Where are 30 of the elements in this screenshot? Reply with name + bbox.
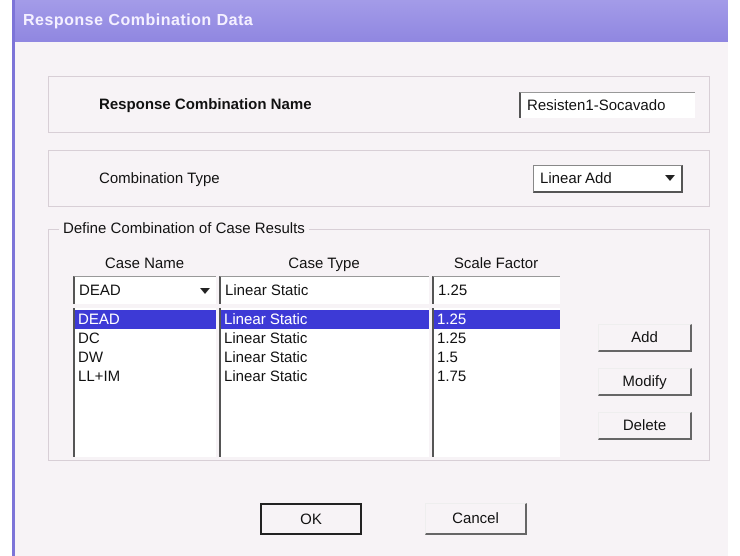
field-label: Response Combination Name	[99, 96, 312, 113]
list-item[interactable]: DEAD	[75, 310, 216, 329]
input-field[interactable]: Linear Static	[219, 276, 429, 304]
list-item[interactable]: Linear Static	[221, 310, 429, 329]
caret-icon	[663, 174, 677, 182]
dialog-button[interactable]: OK	[260, 503, 362, 535]
dialog-button[interactable]: Cancel	[425, 503, 527, 535]
list-item[interactable]: Linear Static	[221, 348, 429, 367]
window-title: Response Combination Data	[15, 0, 728, 42]
list-item[interactable]: DC	[75, 329, 216, 348]
column-header: Case Name	[104, 254, 186, 272]
caret-icon	[198, 286, 212, 294]
column-header: Case Type	[287, 254, 361, 272]
input-field[interactable]: Resisten1-Socavado	[519, 92, 695, 118]
dropdown[interactable]: DEAD	[73, 276, 216, 304]
list-item[interactable]: 1.25	[434, 329, 560, 348]
action-button[interactable]: Delete	[598, 412, 692, 440]
list-item[interactable]: 1.75	[434, 367, 560, 386]
column-header: Scale Factor	[452, 254, 540, 272]
dropdown[interactable]: Linear Add	[533, 164, 683, 192]
list-item[interactable]: 1.25	[434, 310, 560, 329]
list-item[interactable]: DW	[75, 348, 216, 367]
field-label: Combination Type	[99, 170, 220, 187]
list-item[interactable]: Linear Static	[221, 329, 429, 348]
action-button[interactable]: Add	[598, 324, 692, 352]
input-field[interactable]: 1.25	[432, 276, 560, 304]
list-item[interactable]: LL+IM	[75, 367, 216, 386]
list-item[interactable]: 1.5	[434, 348, 560, 367]
action-button[interactable]: Modify	[598, 368, 692, 396]
list-item[interactable]: Linear Static	[221, 367, 429, 386]
